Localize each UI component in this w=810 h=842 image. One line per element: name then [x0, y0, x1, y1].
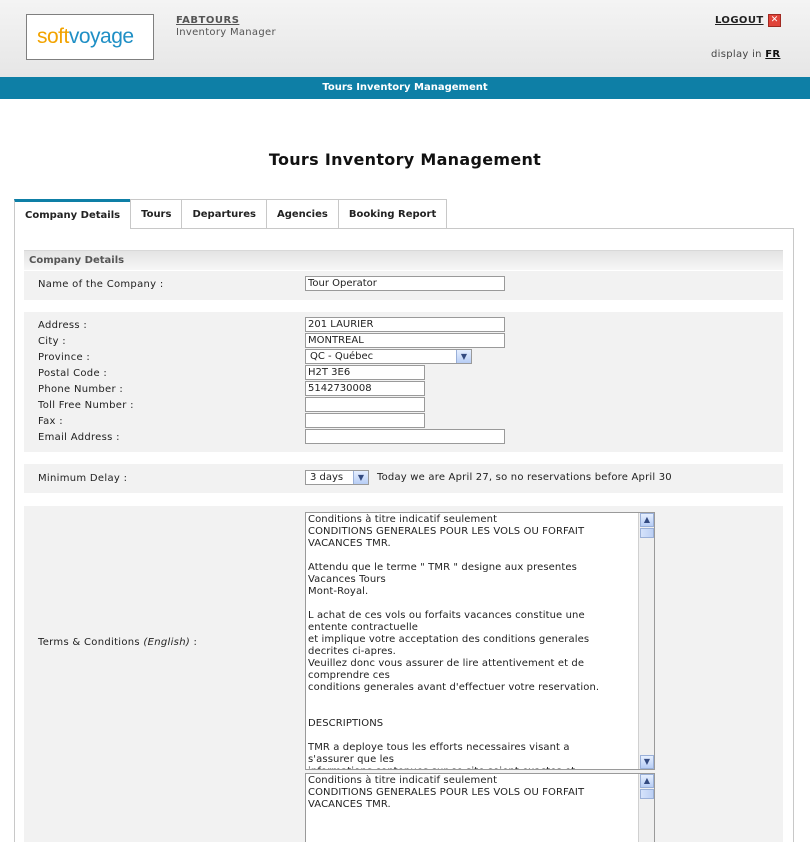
min-delay-note: Today we are April 27, so no reservation… [377, 472, 672, 483]
tab-company-details[interactable]: Company Details [14, 199, 132, 229]
min-delay-label: Minimum Delay : [38, 473, 128, 484]
title-bar: Tours Inventory Management [0, 77, 810, 99]
fax-input[interactable] [305, 413, 425, 428]
email-input[interactable] [305, 429, 505, 444]
scroll-down-icon[interactable]: ▼ [640, 755, 654, 769]
tab-departures[interactable]: Departures [181, 199, 267, 228]
fax-label: Fax : [38, 416, 63, 427]
terms-label-prefix: Terms & Conditions [38, 637, 140, 648]
postal-code-input[interactable]: H2T 3E6 [305, 365, 425, 380]
toll-free-label: Toll Free Number : [38, 400, 134, 411]
tab-bar: Company Details Tours Departures Agencie… [14, 199, 448, 229]
tab-agencies[interactable]: Agencies [265, 199, 339, 228]
language-switch: display in FR [711, 49, 780, 60]
company-name-label: Name of the Company : [38, 279, 164, 290]
scroll-thumb[interactable] [640, 528, 654, 538]
province-select[interactable]: QC - Québec ▼ [305, 349, 472, 364]
province-value: QC - Québec [310, 351, 374, 362]
postal-code-label: Postal Code : [38, 368, 108, 379]
logo-part-soft: soft [37, 25, 69, 48]
terms-label-lang: (English) [143, 637, 191, 648]
logout-link[interactable]: LOGOUT [715, 15, 764, 26]
terms-fr-scrollbar[interactable]: ▲ [638, 774, 654, 842]
terms-en-label: Terms & Conditions (English) : [38, 637, 197, 648]
section-title: Company Details [24, 250, 783, 270]
app-subtitle: Inventory Manager [176, 27, 276, 38]
phone-input[interactable]: 5142730008 [305, 381, 425, 396]
address-label: Address : [38, 320, 88, 331]
terms-label-suffix: : [193, 637, 198, 648]
company-name-input[interactable]: Tour Operator [305, 276, 505, 291]
softvoyage-logo[interactable]: softvoyage [26, 14, 154, 60]
scroll-thumb[interactable] [640, 789, 654, 799]
page-title: Tours Inventory Management [268, 150, 542, 169]
terms-fr-text: Conditions à titre indicatif seulement C… [308, 775, 585, 810]
terms-en-text: Conditions à titre indicatif seulement C… [308, 514, 600, 769]
tab-booking-report[interactable]: Booking Report [337, 199, 448, 228]
page-header: softvoyage FABTOURS Inventory Manager LO… [0, 0, 810, 77]
chevron-down-icon[interactable]: ▼ [353, 471, 368, 484]
scroll-up-icon[interactable]: ▲ [640, 774, 654, 788]
close-icon[interactable]: ✕ [768, 14, 781, 27]
terms-en-textarea[interactable]: Conditions à titre indicatif seulement C… [305, 512, 655, 770]
email-label: Email Address : [38, 432, 120, 443]
terms-en-scrollbar[interactable]: ▲ ▼ [638, 513, 654, 769]
city-label: City : [38, 336, 66, 347]
city-input[interactable]: MONTREAL [305, 333, 505, 348]
logo-text: softvoyage [37, 25, 134, 49]
logo-part-voyage: voyage [68, 25, 134, 48]
terms-fr-textarea[interactable]: Conditions à titre indicatif seulement C… [305, 773, 655, 842]
chevron-down-icon[interactable]: ▼ [456, 350, 471, 363]
company-name-link[interactable]: FABTOURS [176, 15, 239, 26]
address-input[interactable]: 201 LAURIER [305, 317, 505, 332]
tab-tours[interactable]: Tours [130, 199, 183, 228]
phone-label: Phone Number : [38, 384, 124, 395]
min-delay-value: 3 days [310, 472, 344, 483]
scroll-up-icon[interactable]: ▲ [640, 513, 654, 527]
display-in-label: display in [711, 49, 762, 60]
language-link[interactable]: FR [765, 49, 780, 60]
toll-free-input[interactable] [305, 397, 425, 412]
min-delay-select[interactable]: 3 days ▼ [305, 470, 369, 485]
province-label: Province : [38, 352, 91, 363]
